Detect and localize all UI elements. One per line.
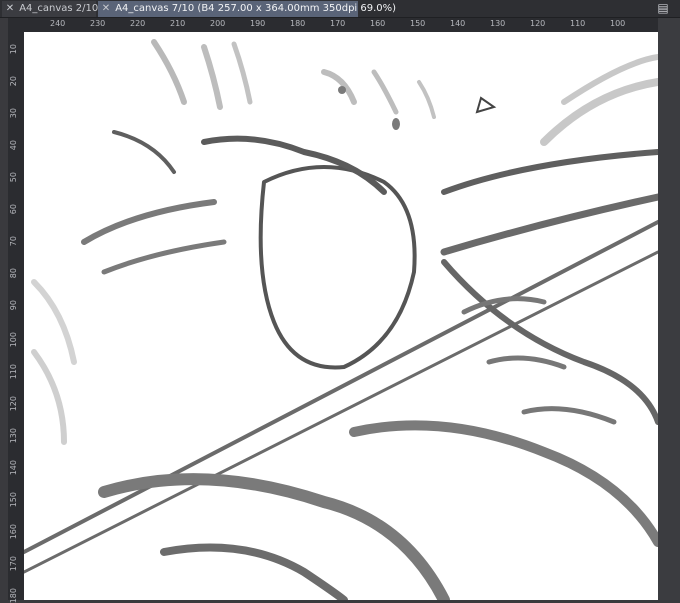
ruler-tick: 60 (9, 204, 18, 215)
ruler-tick: 160 (9, 524, 18, 540)
ruler-tick: 20 (9, 76, 18, 87)
tab-label: A4_canvas 7/10 (B4 257.00 x 364.00mm 350… (115, 3, 397, 14)
document-tab-bar: ✕ A4_canvas 2/10 ✕ A4_canvas 7/10 (B4 25… (0, 0, 680, 18)
close-icon[interactable]: ✕ (100, 1, 112, 17)
ruler-tick: 150 (410, 19, 426, 28)
ruler-tick: 170 (9, 556, 18, 572)
ruler-tick: 90 (9, 300, 18, 311)
ruler-tick: 120 (9, 396, 18, 412)
ruler-tick: 140 (450, 19, 466, 28)
ruler-tick: 100 (610, 19, 626, 28)
ruler-tick: 10 (9, 44, 18, 55)
tab-a4-canvas-2[interactable]: ✕ A4_canvas 2/10 (2, 1, 99, 17)
ruler-tick: 30 (9, 108, 18, 119)
ruler-tick: 190 (250, 19, 266, 28)
ruler-tick: 140 (9, 460, 18, 476)
ruler-tick: 100 (9, 332, 18, 348)
ruler-tick: 180 (9, 588, 18, 603)
tab-a4-canvas-7[interactable]: ✕ A4_canvas 7/10 (B4 257.00 x 364.00mm 3… (98, 1, 396, 17)
sketch-artwork (24, 39, 658, 600)
close-icon[interactable]: ✕ (4, 1, 16, 17)
ruler-tick: 110 (570, 19, 586, 28)
ruler-tick: 40 (9, 140, 18, 151)
ruler-tick: 230 (90, 19, 106, 28)
ruler-tick: 180 (290, 19, 306, 28)
ruler-tick: 160 (370, 19, 386, 28)
vertical-ruler: 10 20 30 40 50 60 70 80 90 100 110 120 1… (8, 18, 24, 603)
ruler-tick: 220 (130, 19, 146, 28)
left-tool-strip (0, 18, 8, 600)
ruler-tick: 130 (490, 19, 506, 28)
ruler-tick: 120 (530, 19, 546, 28)
horizontal-ruler: 240 230 220 210 200 190 180 170 160 150 … (24, 18, 658, 32)
tab-label: A4_canvas 2/10 (19, 3, 99, 14)
tab-menu-icon[interactable]: ▤ (654, 1, 672, 16)
ruler-tick: 170 (330, 19, 346, 28)
ruler-tick: 210 (170, 19, 186, 28)
drawing-canvas[interactable] (24, 32, 658, 600)
ruler-tick: 50 (9, 172, 18, 183)
ruler-tick: 200 (210, 19, 226, 28)
ruler-tick: 110 (9, 364, 18, 380)
ruler-tick: 130 (9, 428, 18, 444)
right-panel-strip[interactable] (658, 18, 680, 600)
ruler-tick: 70 (9, 236, 18, 247)
ruler-tick: 80 (9, 268, 18, 279)
ruler-tick: 240 (50, 19, 66, 28)
ruler-tick: 150 (9, 492, 18, 508)
